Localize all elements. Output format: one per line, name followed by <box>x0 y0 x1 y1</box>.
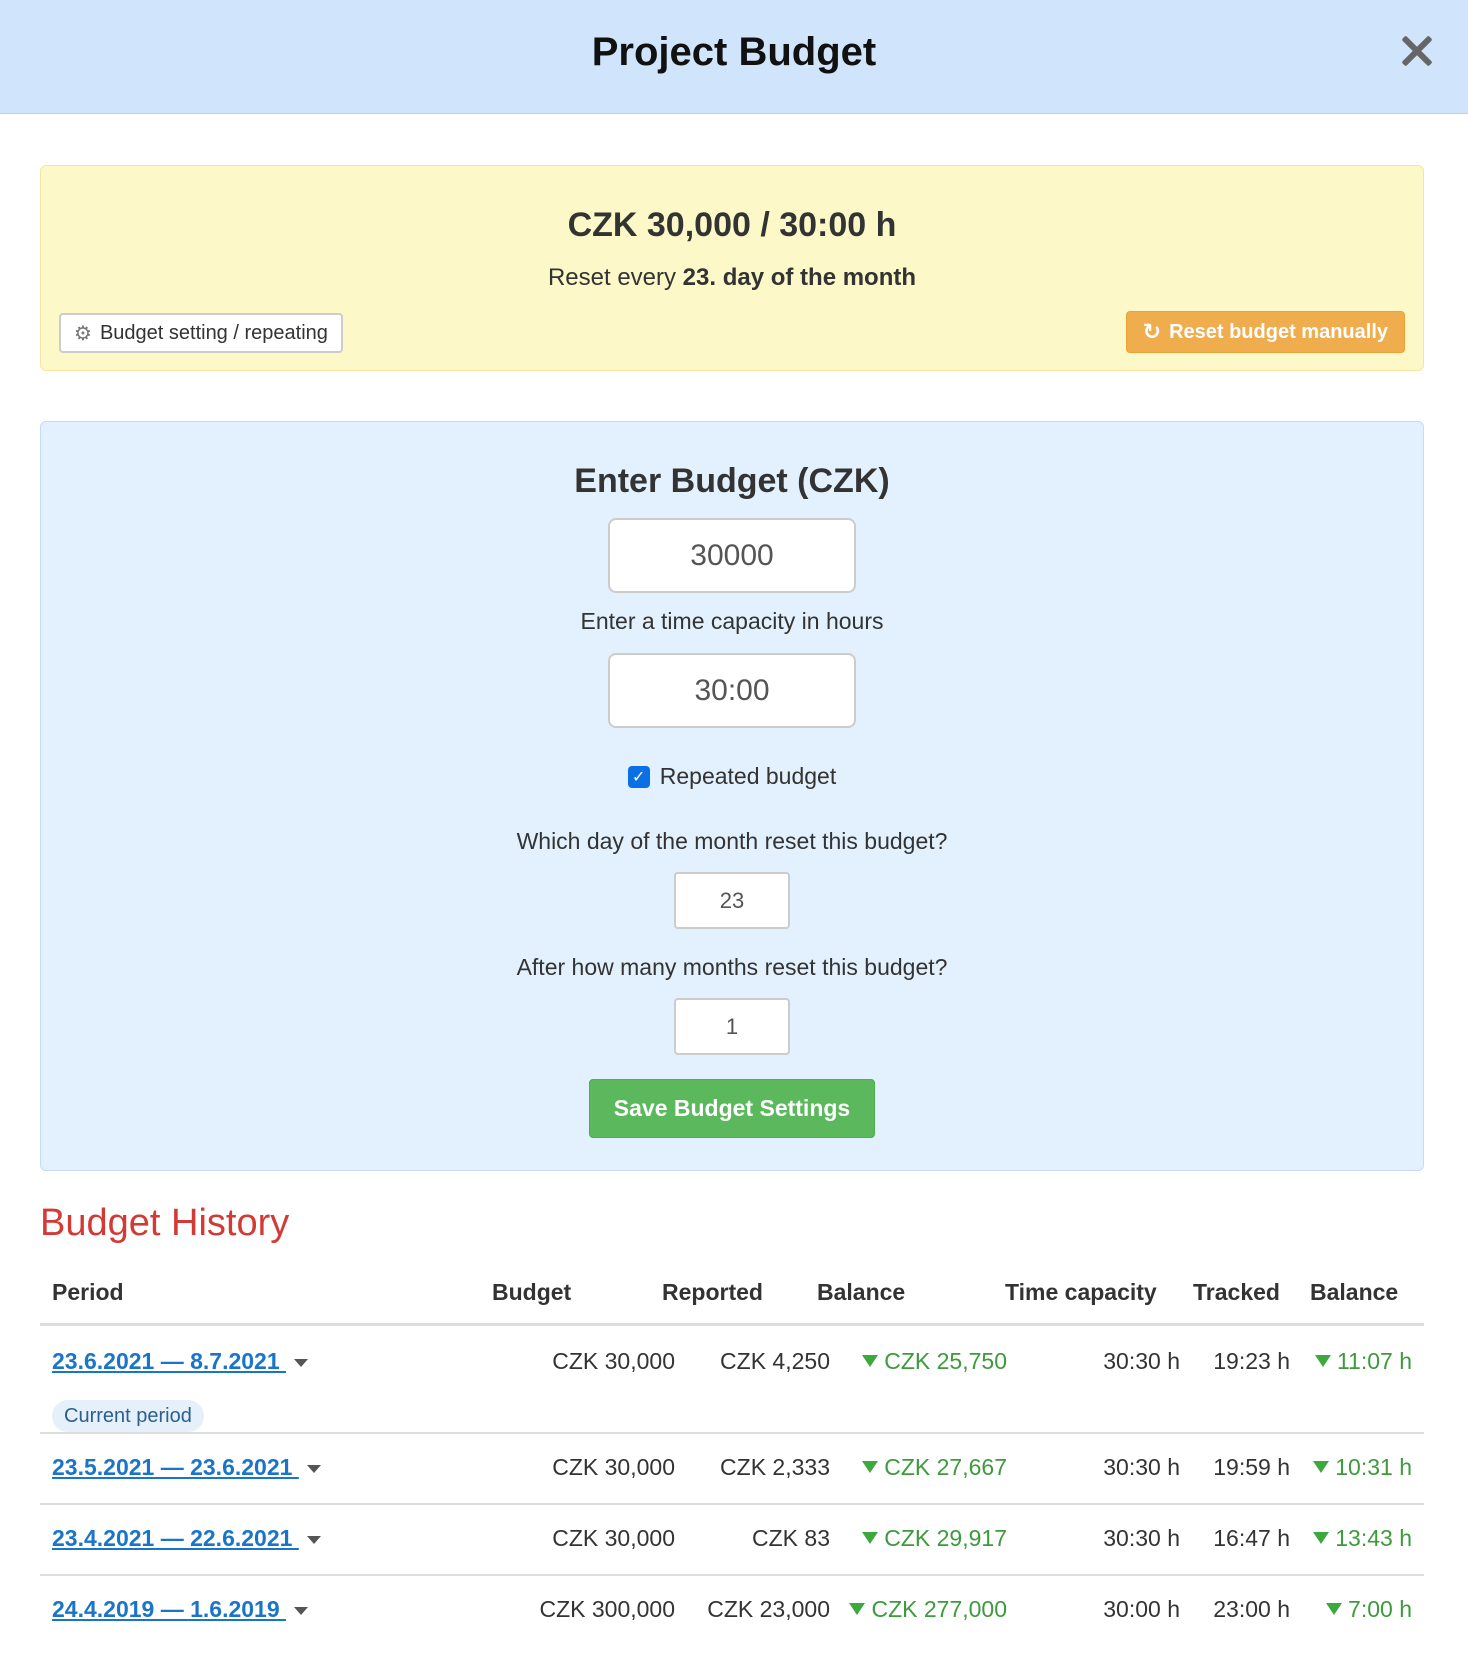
reset-months-input[interactable] <box>674 998 790 1055</box>
budget-form-title: Enter Budget (CZK) <box>574 462 890 500</box>
tracked-cell: 23:00 h <box>1213 1596 1290 1622</box>
table-row: 24.4.2019 — 1.6.2019 CZK 300,000 CZK 23,… <box>40 1576 1424 1647</box>
save-budget-button[interactable]: Save Budget Settings <box>589 1079 875 1138</box>
balance-cell: CZK 277,000 <box>849 1596 1007 1623</box>
budget-cell: CZK 30,000 <box>552 1454 675 1480</box>
reported-cell: CZK 83 <box>752 1525 830 1551</box>
budget-setting-button[interactable]: ⚙ Budget setting / repeating <box>59 313 343 353</box>
repeated-budget-row: ✓ Repeated budget <box>41 763 1423 790</box>
time-capacity-cell: 30:30 h <box>1103 1348 1180 1374</box>
time-balance-cell: 10:31 h <box>1313 1454 1412 1481</box>
period-text: 23.4.2021 — 22.6.2021 <box>52 1525 299 1551</box>
budget-history-table: Period Budget Reported Balance Time capa… <box>40 1265 1424 1647</box>
repeated-budget-label: Repeated budget <box>659 763 837 789</box>
time-balance-cell: 7:00 h <box>1326 1596 1412 1623</box>
period-text: 24.4.2019 — 1.6.2019 <box>52 1596 287 1622</box>
gear-icon: ⚙ <box>74 322 92 345</box>
reported-cell: CZK 23,000 <box>707 1596 830 1622</box>
time-capacity-input[interactable] <box>608 653 856 728</box>
reset-budget-button[interactable]: ↻ Reset budget manually <box>1125 311 1405 353</box>
period-link[interactable]: 23.6.2021 — 8.7.2021 <box>52 1348 309 1375</box>
time-capacity-label: Enter a time capacity in hours <box>580 608 884 634</box>
time-capacity-cell: 30:30 h <box>1103 1454 1180 1480</box>
budget-cell: CZK 300,000 <box>539 1596 675 1622</box>
triangle-down-icon <box>862 1461 879 1473</box>
period-link[interactable]: 24.4.2019 — 1.6.2019 <box>52 1596 309 1623</box>
reset-budget-label: Reset budget manually <box>1169 320 1388 343</box>
triangle-down-icon <box>1314 1355 1331 1367</box>
column-period: Period <box>52 1279 124 1305</box>
reported-cell: CZK 2,333 <box>720 1454 830 1480</box>
triangle-down-icon <box>862 1532 879 1544</box>
reset-day-label: Which day of the month reset this budget… <box>516 828 948 854</box>
budget-cell: CZK 30,000 <box>552 1525 675 1551</box>
balance-value: CZK 29,917 <box>884 1525 1007 1551</box>
triangle-down-icon <box>1313 1461 1330 1473</box>
time-capacity-cell: 30:00 h <box>1103 1596 1180 1622</box>
balance-value: CZK 277,000 <box>871 1596 1007 1622</box>
triangle-down-icon <box>849 1603 866 1615</box>
time-balance-value: 7:00 h <box>1348 1596 1412 1622</box>
table-row: 23.4.2021 — 22.6.2021 CZK 30,000 CZK 83 … <box>40 1505 1424 1576</box>
caret-down-icon[interactable] <box>294 1358 309 1367</box>
period-link[interactable]: 23.4.2021 — 22.6.2021 <box>52 1525 321 1552</box>
reported-cell: CZK 4,250 <box>720 1348 830 1374</box>
budget-setting-label: Budget setting / repeating <box>99 321 328 344</box>
tracked-cell: 19:23 h <box>1213 1348 1290 1374</box>
close-icon[interactable] <box>1396 30 1438 72</box>
balance-cell: CZK 27,667 <box>862 1454 1007 1481</box>
caret-down-icon[interactable] <box>294 1606 309 1615</box>
reset-day: 23. day of the month <box>682 264 917 291</box>
caret-down-icon[interactable] <box>306 1535 321 1544</box>
reset-info: Reset every 23. day of the month <box>41 264 1423 292</box>
time-balance-cell: 13:43 h <box>1313 1525 1412 1552</box>
tracked-cell: 16:47 h <box>1213 1525 1290 1551</box>
table-header: Period Budget Reported Balance Time capa… <box>40 1265 1424 1326</box>
column-budget: Budget <box>492 1279 572 1305</box>
balance-value: CZK 25,750 <box>884 1348 1007 1374</box>
refresh-icon: ↻ <box>1142 319 1162 344</box>
budget-history-title: Budget History <box>40 1202 290 1244</box>
budget-form-panel: Enter Budget (CZK) Enter a time capacity… <box>40 421 1424 1171</box>
table-row: 23.6.2021 — 8.7.2021 Current period CZK … <box>40 1326 1424 1434</box>
budget-amount: CZK 30,000 / 30:00 h <box>567 206 897 244</box>
reset-day-input[interactable] <box>674 872 790 929</box>
tracked-cell: 19:59 h <box>1213 1454 1290 1480</box>
time-capacity-cell: 30:30 h <box>1103 1525 1180 1551</box>
time-balance-value: 13:43 h <box>1335 1525 1412 1551</box>
caret-down-icon[interactable] <box>306 1464 321 1473</box>
period-text: 23.5.2021 — 23.6.2021 <box>52 1454 299 1480</box>
current-period-badge: Current period <box>52 1400 204 1432</box>
column-balance: Balance <box>817 1279 906 1305</box>
column-time-capacity: Time capacity <box>1005 1279 1157 1305</box>
period-link[interactable]: 23.5.2021 — 23.6.2021 <box>52 1454 321 1481</box>
time-balance-value: 10:31 h <box>1335 1454 1412 1480</box>
triangle-down-icon <box>1313 1532 1330 1544</box>
budget-summary-panel: CZK 30,000 / 30:00 h Reset every 23. day… <box>40 165 1424 371</box>
modal-header: Project Budget <box>0 0 1468 114</box>
budget-amount-input[interactable] <box>608 518 856 593</box>
balance-value: CZK 27,667 <box>884 1454 1007 1480</box>
budget-cell: CZK 30,000 <box>552 1348 675 1374</box>
column-time-balance: Balance <box>1310 1279 1399 1305</box>
reset-prefix: Reset every <box>547 264 683 291</box>
repeated-budget-checkbox[interactable]: ✓ <box>627 765 650 788</box>
project-budget-modal: Project Budget CZK 30,000 / 30:00 h Rese… <box>0 0 1468 1676</box>
time-balance-value: 11:07 h <box>1336 1348 1412 1374</box>
triangle-down-icon <box>1326 1603 1343 1615</box>
triangle-down-icon <box>862 1355 879 1367</box>
balance-cell: CZK 29,917 <box>862 1525 1007 1552</box>
column-tracked: Tracked <box>1193 1279 1280 1305</box>
balance-cell: CZK 25,750 <box>862 1348 1007 1375</box>
period-text: 23.6.2021 — 8.7.2021 <box>52 1348 287 1374</box>
modal-title: Project Budget <box>591 30 877 74</box>
table-row: 23.5.2021 — 23.6.2021 CZK 30,000 CZK 2,3… <box>40 1434 1424 1505</box>
column-reported: Reported <box>662 1279 763 1305</box>
time-balance-cell: 11:07 h <box>1314 1348 1412 1375</box>
reset-months-label: After how many months reset this budget? <box>516 954 948 980</box>
